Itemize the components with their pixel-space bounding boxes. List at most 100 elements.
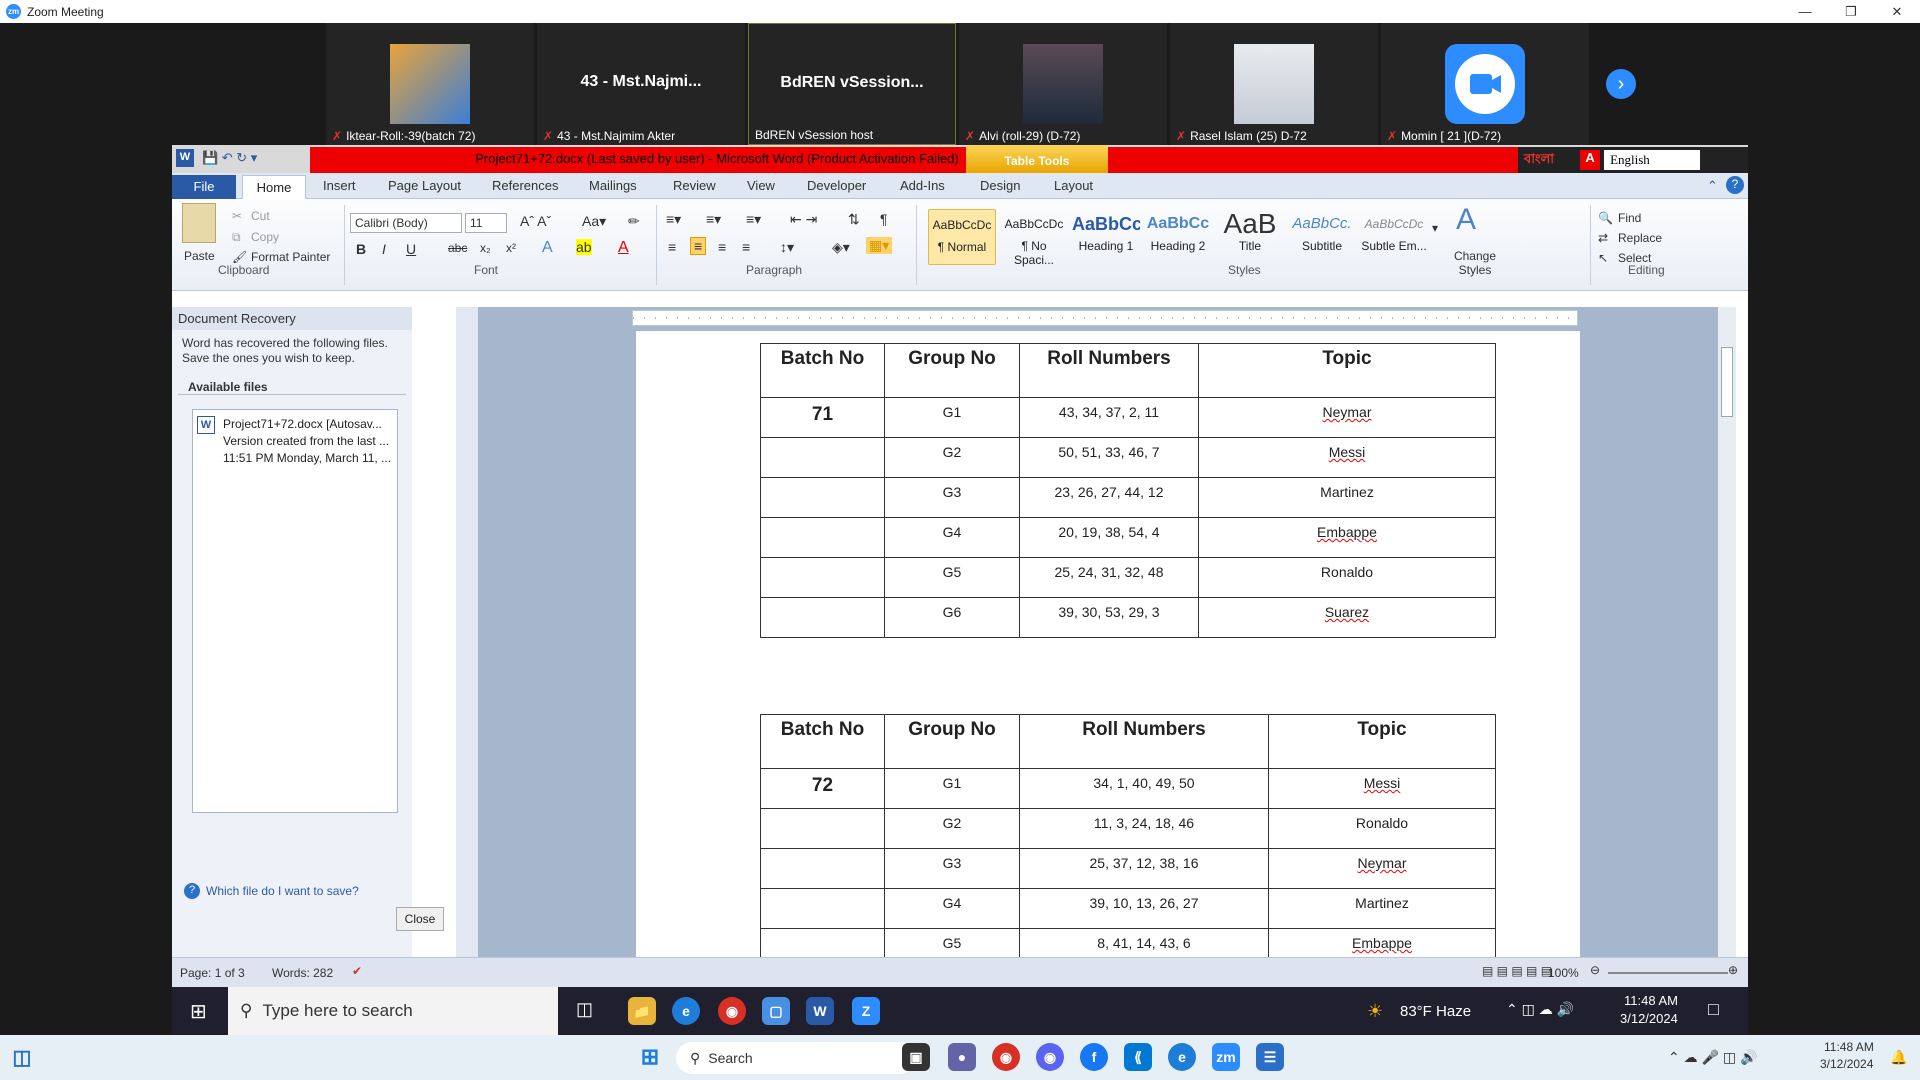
participant-tile[interactable]: ✗ Alvi (roll-29) (D-72)	[959, 23, 1167, 145]
bullets-icon[interactable]: ≡▾	[666, 211, 681, 228]
zoom-out-icon[interactable]: ⊖	[1590, 963, 1600, 977]
vscode-icon[interactable]: ⟪	[1124, 1043, 1152, 1071]
strikethrough-button[interactable]: abc	[448, 241, 467, 255]
tab-home[interactable]: Home	[242, 175, 306, 200]
tab-add-ins[interactable]: Add-Ins	[900, 178, 945, 193]
recovery-close-button[interactable]: Close	[396, 907, 444, 931]
tab-references[interactable]: References	[492, 178, 558, 193]
minimize-button[interactable]: —	[1782, 0, 1828, 23]
tab-page-layout[interactable]: Page Layout	[388, 178, 461, 193]
subscript-button[interactable]: x₂	[480, 241, 491, 255]
cut-button[interactable]: Cut	[251, 209, 270, 223]
align-right-icon[interactable]: ≡	[718, 239, 726, 255]
tab-insert[interactable]: Insert	[323, 178, 356, 193]
system-tray-icons[interactable]: ⌃ ☁ 🎤 ◫ 🔊	[1668, 1049, 1757, 1066]
language-bar[interactable]: বাংলা A English	[1518, 147, 1748, 173]
format-painter-button[interactable]: Format Painter	[251, 250, 330, 264]
batch-71-table[interactable]: Batch No Group No Roll Numbers Topic 71 G…	[760, 343, 1496, 638]
participant-tile[interactable]: ✗ Rasel Islam (25) D-72	[1170, 23, 1378, 145]
change-case-icon[interactable]: Aa▾	[582, 213, 606, 230]
tab-developer[interactable]: Developer	[807, 178, 866, 193]
system-tray-icons[interactable]: ⌃ ◫ ☁ 🔊	[1506, 1001, 1574, 1018]
scrollbar-thumb[interactable]	[1721, 347, 1733, 417]
font-color-icon[interactable]: A	[618, 239, 629, 257]
discord-icon[interactable]: ◉	[1036, 1043, 1064, 1071]
style-subtitle[interactable]: AaBbCc. Subtitle	[1288, 209, 1356, 265]
taskbar-search-box[interactable]: ⚲ Type here to search	[228, 987, 558, 1035]
horizontal-ruler[interactable]	[632, 310, 1578, 326]
tab-layout[interactable]: Layout	[1054, 178, 1093, 193]
participant-tile[interactable]: ✗ Iktear-Roll:-39(batch 72)	[326, 23, 534, 145]
windows-start-icon[interactable]: ⊞	[636, 1043, 664, 1071]
zoom-level[interactable]: 100%	[1548, 966, 1579, 980]
sort-icon[interactable]: ⇅	[848, 211, 860, 228]
edge-icon[interactable]: e	[672, 997, 700, 1025]
tab-view[interactable]: View	[747, 178, 775, 193]
chrome-icon[interactable]: ◉	[992, 1043, 1020, 1071]
zoom-in-icon[interactable]: ⊕	[1728, 963, 1738, 977]
participant-tile-active[interactable]: BdREN vSession... BdREN vSession host	[748, 23, 956, 145]
style-heading-2[interactable]: AaBbCc Heading 2	[1144, 209, 1212, 265]
text-effects-icon[interactable]: A	[542, 239, 553, 257]
show-formatting-icon[interactable]: ¶	[880, 211, 888, 227]
font-name-dropdown[interactable]: Calibri (Body)	[350, 213, 462, 233]
numbering-icon[interactable]: ≡▾	[706, 211, 721, 228]
page-count[interactable]: Page: 1 of 3	[180, 966, 245, 980]
vertical-scrollbar[interactable]	[1718, 307, 1736, 957]
style-heading-1[interactable]: AaBbCc Heading 1	[1072, 209, 1140, 265]
line-spacing-icon[interactable]: ↕▾	[780, 239, 794, 256]
grow-font-icon[interactable]: Aˆ Aˇ	[520, 213, 551, 229]
task-view-icon[interactable]: ▣	[902, 1043, 930, 1071]
notepad-icon[interactable]: ☰	[1256, 1043, 1284, 1071]
collapse-ribbon-icon[interactable]: ⌃	[1707, 178, 1718, 194]
indent-icons[interactable]: ⇤ ⇥	[790, 211, 817, 228]
zoom-taskbar-icon[interactable]: zm	[1212, 1043, 1240, 1071]
styles-scroll-icon[interactable]: ▾	[1432, 221, 1438, 235]
chrome-icon[interactable]: ◉	[718, 997, 746, 1025]
edge-icon[interactable]: e	[1168, 1043, 1196, 1071]
quick-access-toolbar[interactable]: 💾 ↶ ↻ ▾	[202, 150, 257, 166]
close-window-button[interactable]: ✕	[1874, 0, 1920, 23]
copy-button[interactable]: Copy	[251, 230, 279, 244]
borders-icon[interactable]: ▦▾	[866, 237, 893, 254]
participant-tile[interactable]: ✗ Momin [ 21 ](D-72)	[1381, 23, 1589, 145]
tab-design[interactable]: Design	[980, 178, 1020, 193]
document-page[interactable]: Batch No Group No Roll Numbers Topic 71 G…	[636, 331, 1580, 957]
which-file-help-link[interactable]: Which file do I want to save?	[206, 884, 359, 898]
zoom-taskbar-icon[interactable]: Z	[852, 997, 880, 1025]
taskbar-search-box[interactable]: ⚲ Search	[676, 1042, 916, 1074]
word-count[interactable]: Words: 282	[272, 966, 333, 980]
tab-mailings[interactable]: Mailings	[589, 178, 637, 193]
justify-icon[interactable]: ≡	[742, 239, 750, 255]
italic-button[interactable]: I	[382, 241, 386, 257]
windows-start-icon[interactable]: ⊞	[190, 999, 207, 1024]
multilevel-list-icon[interactable]: ≡▾	[746, 211, 761, 228]
change-styles-button[interactable]: Change Styles	[1450, 249, 1500, 277]
bold-button[interactable]: B	[356, 241, 366, 257]
shading-icon[interactable]: ◈▾	[832, 239, 850, 256]
style-normal[interactable]: AaBbCcDc ¶ Normal	[928, 209, 996, 265]
align-left-icon[interactable]: ≡	[668, 239, 676, 255]
batch-72-table[interactable]: Batch No Group No Roll Numbers Topic 72 G…	[760, 714, 1496, 957]
word-taskbar-icon[interactable]: W	[806, 997, 834, 1025]
find-button[interactable]: Find	[1618, 211, 1641, 225]
notification-icon[interactable]: □	[1708, 999, 1719, 1020]
teams-icon[interactable]: ●	[948, 1043, 976, 1071]
recovered-file-item[interactable]: W Project71+72.docx [Autosav... Version …	[193, 410, 397, 473]
zoom-slider[interactable]	[1608, 972, 1728, 974]
style-title[interactable]: AaB Title	[1216, 209, 1284, 265]
help-icon[interactable]: ?	[1726, 176, 1744, 194]
task-view-icon[interactable]: ◫	[576, 999, 593, 1020]
style-subtle-emphasis[interactable]: AaBbCcDc Subtle Em...	[1360, 209, 1428, 265]
align-center-icon[interactable]: ≡	[690, 237, 707, 255]
facebook-icon[interactable]: f	[1080, 1043, 1108, 1071]
maximize-button[interactable]: ❐	[1828, 0, 1874, 23]
style-no-spacing[interactable]: AaBbCcDc ¶ No Spaci...	[1000, 209, 1068, 267]
language-selector[interactable]: English	[1604, 150, 1701, 170]
app-cube-icon[interactable]: ▢	[762, 997, 790, 1025]
notification-icon[interactable]: 🔔	[1890, 1049, 1907, 1066]
tab-file[interactable]: File	[172, 175, 236, 199]
superscript-button[interactable]: x²	[506, 241, 516, 255]
next-participants-arrow-icon[interactable]: ›	[1606, 69, 1636, 99]
file-explorer-icon[interactable]: 📁	[628, 997, 656, 1025]
